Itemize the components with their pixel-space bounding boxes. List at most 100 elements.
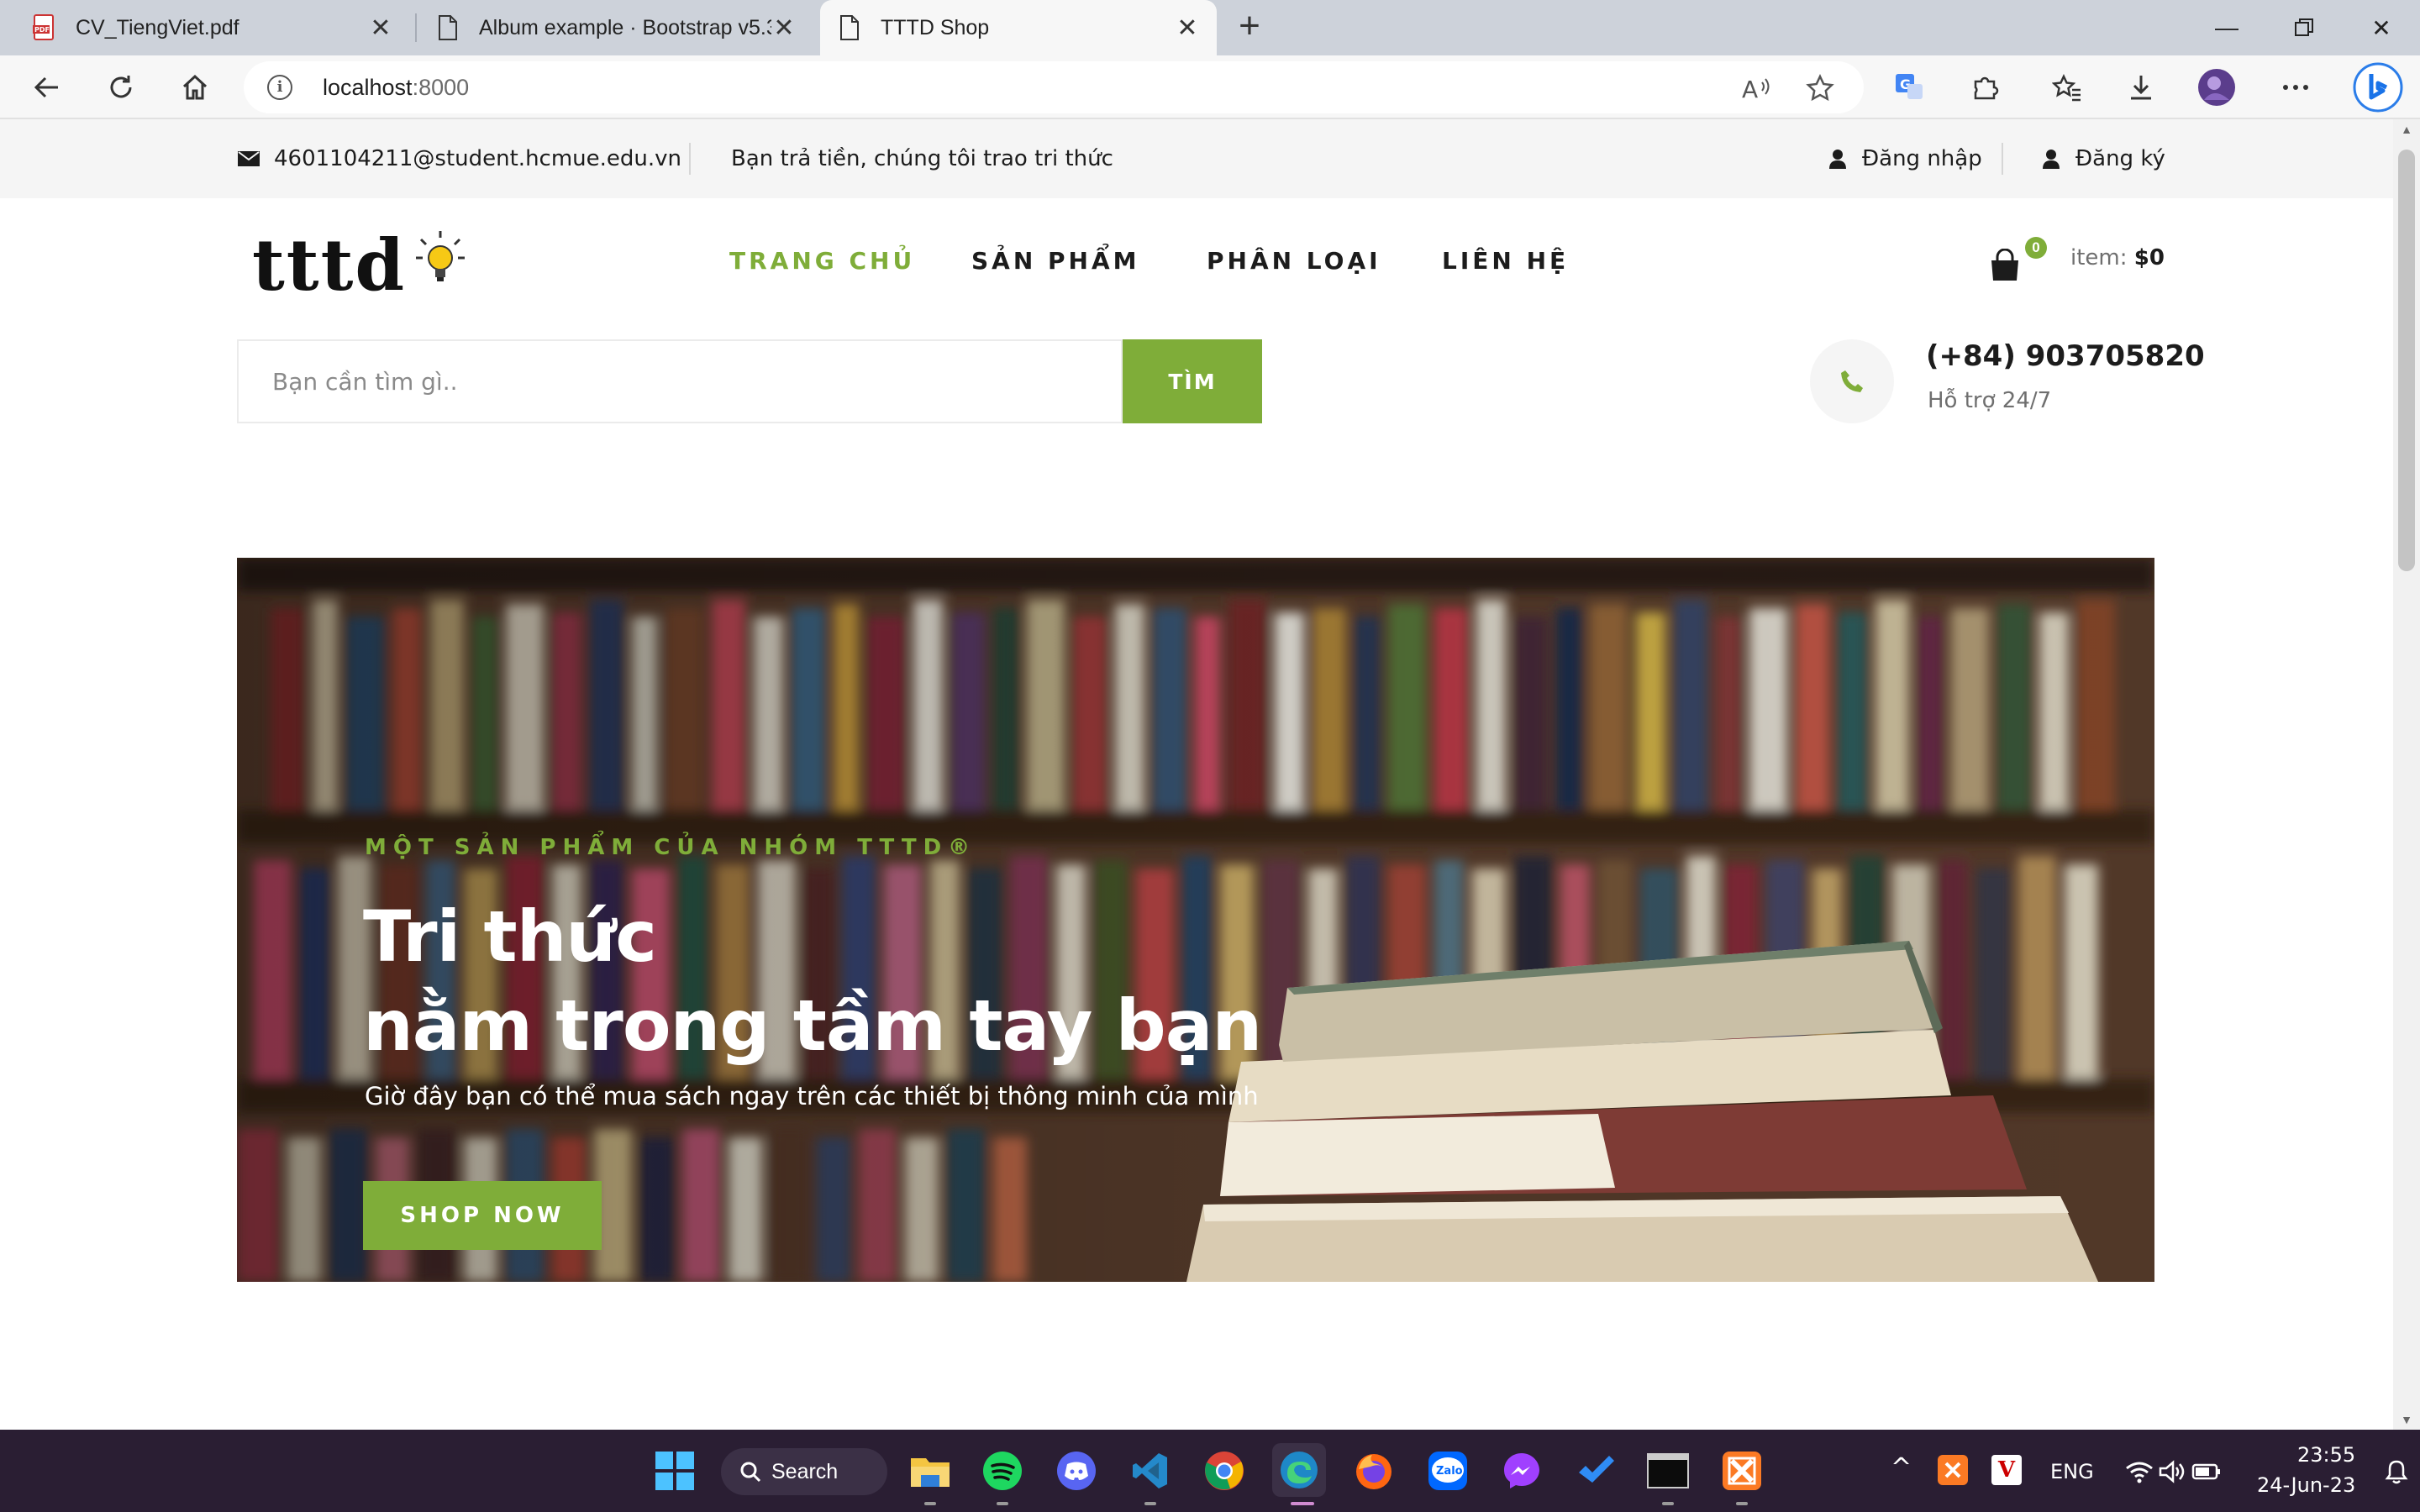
user-icon (2043, 150, 2060, 169)
tab-album-example[interactable]: Album example · Bootstrap v5.3 ✕ (418, 0, 813, 55)
hero-title: Tri thức nằm trong tầm tay bạn (363, 895, 1262, 1067)
shop-now-button[interactable]: SHOP NOW (363, 1181, 602, 1250)
restore-button[interactable] (2265, 0, 2343, 55)
home-button[interactable] (173, 66, 217, 109)
site-info-icon[interactable]: i (267, 75, 292, 100)
downloads-icon[interactable] (2119, 66, 2163, 109)
running-indicator (997, 1502, 1008, 1505)
file-explorer-icon[interactable] (908, 1448, 953, 1494)
notification-bell-icon[interactable] (2380, 1455, 2413, 1488)
home-icon (182, 74, 208, 100)
tab-title: Album example · Bootstrap v5.3 (479, 15, 771, 39)
login-link[interactable]: Đăng nhập (1828, 119, 1982, 198)
messenger-icon[interactable] (1499, 1448, 1544, 1494)
phone-icon (1841, 370, 1863, 392)
edge-icon[interactable] (1272, 1443, 1326, 1497)
running-indicator (1736, 1502, 1748, 1505)
shopping-bag-icon (1991, 249, 2018, 281)
cart-button[interactable]: 0 (1988, 237, 2047, 287)
divider (2002, 143, 2003, 175)
address-bar[interactable]: i localhost:8000 A (244, 61, 1864, 113)
close-window-button[interactable]: ✕ (2343, 0, 2420, 55)
back-arrow-icon (34, 76, 58, 98)
nav-categories[interactable]: PHÂN LOẠI (1207, 247, 1381, 275)
web-page: 4601104211@student.hcmue.edu.vn Bạn trả … (0, 119, 2393, 1430)
close-tab-icon[interactable]: ✕ (368, 13, 393, 43)
hero-banner: MỘT SẢN PHẨM CỦA NHÓM TTTD® Tri thức nằm… (237, 558, 2154, 1282)
vscode-icon[interactable] (1128, 1448, 1173, 1494)
read-aloud-icon[interactable]: A (1739, 71, 1773, 105)
tab-tttd-shop[interactable]: TTTD Shop ✕ (820, 0, 1217, 55)
register-link[interactable]: Đăng ký (2042, 119, 2165, 198)
close-tab-icon[interactable]: ✕ (771, 13, 797, 43)
reload-button[interactable] (99, 66, 143, 109)
user-icon (1829, 150, 1846, 169)
support-phone: (+84) 903705820 (1926, 339, 2205, 373)
bing-chat-icon[interactable] (2351, 60, 2405, 114)
contact-email[interactable]: 4601104211@student.hcmue.edu.vn (237, 119, 681, 198)
taskbar-search[interactable]: Search (721, 1448, 887, 1495)
favorites-icon[interactable] (2045, 66, 2089, 109)
chrome-icon[interactable] (1202, 1448, 1247, 1494)
page-icon (435, 13, 460, 42)
nav-contact[interactable]: LIÊN HỆ (1442, 247, 1569, 275)
nav-home[interactable]: TRANG CHỦ (729, 247, 915, 275)
search-icon (740, 1462, 761, 1483)
firefox-icon[interactable] (1351, 1448, 1397, 1494)
battery-icon[interactable] (2190, 1455, 2223, 1488)
xampp-tray-icon[interactable] (1938, 1455, 1968, 1485)
hero-subtitle: Giờ đây bạn có thể mua sách ngay trên cá… (365, 1082, 1259, 1110)
url-text[interactable]: localhost:8000 (323, 61, 469, 113)
support-hours: Hỗ trợ 24/7 (1928, 388, 2052, 413)
envelope-icon (238, 151, 260, 166)
phone-icon-circle (1810, 339, 1894, 423)
hero-tagline: MỘT SẢN PHẨM CỦA NHÓM TTTD® (365, 835, 977, 860)
search-button[interactable]: TÌM (1123, 339, 1262, 423)
page-scrollbar[interactable]: ▲ ▼ (2393, 119, 2420, 1430)
favorite-star-icon[interactable] (1803, 71, 1837, 105)
translate-icon[interactable]: G (1887, 66, 1931, 109)
active-indicator (1291, 1502, 1314, 1505)
windows-taskbar: Search Zalo ^ V ENG 23:55 24-Jun-23 (0, 1430, 2420, 1512)
cart-count-badge: 0 (2025, 237, 2047, 259)
clock-date[interactable]: 24-Jun-23 (2257, 1473, 2355, 1497)
scroll-up-icon[interactable]: ▲ (2393, 119, 2420, 139)
more-options-icon[interactable] (2274, 66, 2317, 109)
terminal-icon[interactable] (1645, 1448, 1691, 1494)
svg-text:Zalo: Zalo (1436, 1465, 1463, 1478)
vietkey-tray-icon[interactable]: V (1991, 1455, 2022, 1485)
email-text: 4601104211@student.hcmue.edu.vn (274, 146, 682, 171)
nav-products[interactable]: SẢN PHẨM (971, 247, 1140, 275)
back-button[interactable] (25, 66, 69, 109)
wifi-icon[interactable] (2123, 1455, 2156, 1488)
register-label: Đăng ký (2075, 146, 2165, 171)
lightbulb-icon (416, 231, 466, 281)
search-form (237, 339, 1123, 423)
extensions-icon[interactable] (1963, 66, 2007, 109)
top-info-bar: 4601104211@student.hcmue.edu.vn Bạn trả … (0, 119, 2393, 198)
xampp-icon[interactable] (1719, 1448, 1765, 1494)
tray-overflow-icon[interactable]: ^ (1891, 1453, 1912, 1483)
search-input[interactable] (239, 341, 1121, 422)
spotify-icon[interactable] (980, 1448, 1025, 1494)
site-logo[interactable]: tttd (252, 230, 466, 301)
new-tab-button[interactable]: + (1228, 7, 1270, 49)
volume-icon[interactable] (2156, 1455, 2190, 1488)
zalo-icon[interactable]: Zalo (1425, 1448, 1470, 1494)
svg-text:A: A (1742, 76, 1758, 101)
start-icon[interactable] (652, 1448, 697, 1494)
profile-avatar[interactable] (2195, 66, 2238, 109)
page-icon (837, 13, 862, 42)
discord-icon[interactable] (1054, 1448, 1099, 1494)
scrollbar-thumb[interactable] (2398, 150, 2415, 571)
login-label: Đăng nhập (1862, 146, 1982, 171)
close-tab-icon[interactable]: ✕ (1175, 13, 1200, 43)
slogan-text: Bạn trả tiền, chúng tôi trao tri thức (731, 146, 1113, 171)
language-indicator[interactable]: ENG (2050, 1460, 2094, 1483)
browser-toolbar: i localhost:8000 A G (0, 55, 2420, 119)
minimize-button[interactable]: — (2188, 0, 2265, 55)
todo-icon[interactable] (1573, 1448, 1618, 1494)
clock-time[interactable]: 23:55 (2297, 1443, 2355, 1467)
tab-cv-pdf[interactable]: PDF CV_TiengViet.pdf ✕ (15, 0, 410, 55)
scroll-down-icon[interactable]: ▼ (2393, 1410, 2420, 1430)
